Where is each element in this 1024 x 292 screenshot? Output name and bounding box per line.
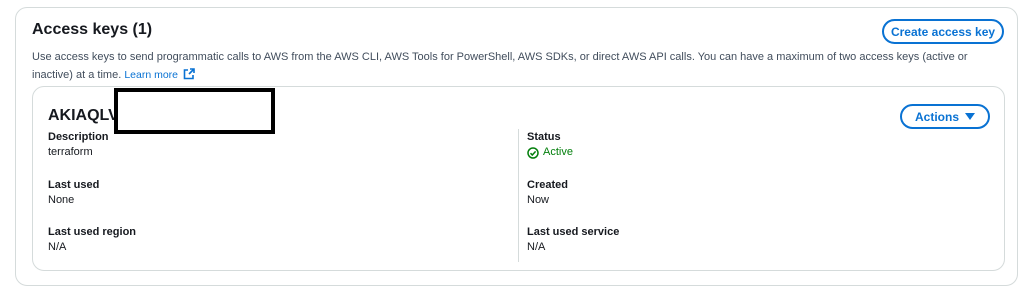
field-value: N/A <box>48 241 67 253</box>
field-value: Now <box>527 194 550 206</box>
external-link-icon <box>183 68 195 80</box>
access-keys-panel: Access keys (1) Create access key Use ac… <box>15 7 1018 286</box>
field-label: Last used service <box>527 226 620 238</box>
field-value: terraform <box>48 146 93 158</box>
status-value: Active <box>543 146 573 158</box>
field-label: Description <box>48 131 109 143</box>
create-access-key-button[interactable]: Create access key <box>882 19 1004 44</box>
column-divider <box>518 129 519 262</box>
caret-down-icon <box>965 113 975 120</box>
learn-more-link[interactable]: Learn more <box>124 68 195 81</box>
field-value: N/A <box>527 241 546 253</box>
status-badge: Active <box>527 145 573 160</box>
panel-description: Use access keys to send programmatic cal… <box>32 48 992 84</box>
field-last-used-region: Last used region N/A <box>48 225 136 255</box>
actions-button[interactable]: Actions <box>900 104 990 129</box>
access-key-id: AKIAQLV <box>48 107 119 124</box>
field-label: Created <box>527 179 568 191</box>
field-label: Status <box>527 131 561 143</box>
field-status: Status Active <box>527 130 573 160</box>
field-last-used: Last used None <box>48 178 99 208</box>
field-label: Last used <box>48 179 100 191</box>
field-label: Last used region <box>48 226 137 238</box>
field-description: Description terraform <box>48 130 109 160</box>
actions-label: Actions <box>914 109 959 124</box>
learn-more-label: Learn more <box>124 69 179 81</box>
field-last-used-service: Last used service N/A <box>527 225 619 255</box>
panel-title: Access keys (1) <box>32 21 153 38</box>
redaction-box <box>114 88 275 134</box>
field-value: None <box>48 194 75 206</box>
access-key-card: AKIAQLV Actions Description terraform La… <box>32 86 1005 271</box>
field-created: Created Now <box>527 178 568 208</box>
check-circle-icon <box>527 146 539 159</box>
